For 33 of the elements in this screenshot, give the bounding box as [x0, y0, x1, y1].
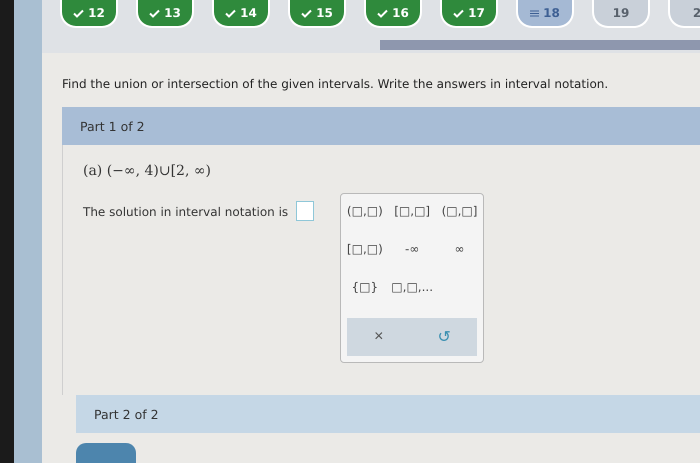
palette-key[interactable]: [□,□] [388, 202, 436, 220]
check-icon [73, 8, 84, 18]
part-header: Part 2 of 2 [76, 395, 700, 433]
question-tab[interactable]: 15 [288, 0, 346, 28]
question-tab[interactable]: 2 [668, 0, 700, 28]
part-header: Part 1 of 2 [62, 107, 700, 145]
palette-key[interactable]: -∞ [388, 240, 436, 258]
clear-button[interactable]: × [368, 327, 390, 347]
question-tab[interactable]: 18 [516, 0, 574, 28]
check-icon [225, 8, 236, 18]
answer-field[interactable] [296, 201, 314, 221]
question-tab[interactable]: 17 [440, 0, 498, 28]
check-icon [301, 8, 312, 18]
check-icon [149, 8, 160, 18]
problem-text: (a) (−∞, 4)∪[2, ∞) [83, 163, 212, 179]
prompt-text: The solution in interval notation is [83, 205, 288, 219]
question-tab[interactable]: 12 [60, 0, 118, 28]
check-icon [377, 8, 388, 18]
question-tab[interactable]: 14 [212, 0, 270, 28]
palette-key[interactable]: □,□,... [388, 278, 436, 296]
palette-key[interactable]: [□,□) [341, 240, 389, 258]
question-tab[interactable]: 19 [592, 0, 650, 28]
check-icon [453, 8, 464, 18]
instructions-text: Find the union or intersection of the given intervals. Write the answers in interval notation. [62, 77, 610, 91]
undo-button[interactable]: ↺ [431, 326, 456, 348]
palette-key[interactable]: {□} [341, 278, 389, 296]
palette-key[interactable]: (□,□] [436, 202, 484, 220]
palette-key[interactable]: ∞ [436, 240, 484, 258]
bottom-button[interactable] [76, 443, 136, 463]
lines-icon [530, 10, 540, 16]
question-tab[interactable]: 13 [136, 0, 194, 28]
palette-key[interactable]: (□,□) [341, 202, 389, 220]
question-tab[interactable]: 16 [364, 0, 422, 28]
